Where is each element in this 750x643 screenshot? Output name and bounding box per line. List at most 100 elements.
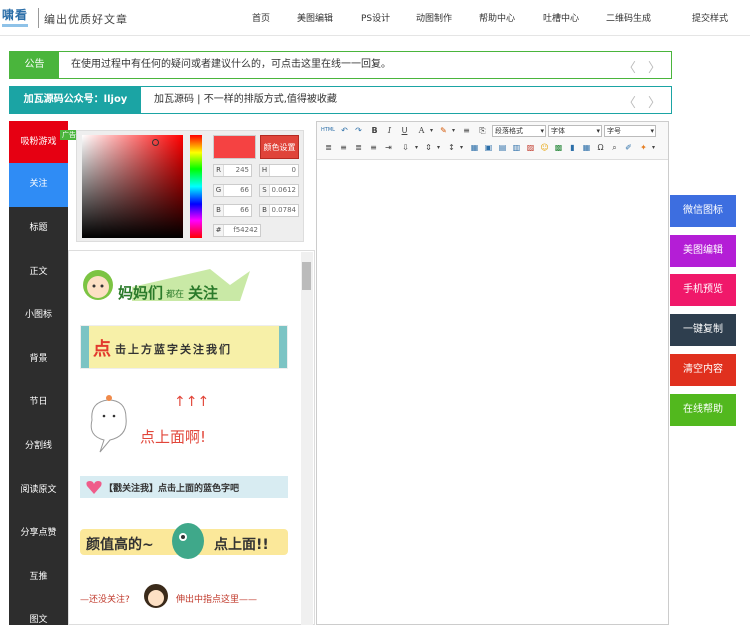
html-source-button[interactable]: HTML	[321, 125, 335, 136]
video-icon[interactable]: ▮	[567, 142, 578, 153]
attachment-icon[interactable]: ▥	[511, 142, 522, 153]
notice-bar[interactable]: 公告 在使用过程中有任何的疑问或者建议什么的，可点击这里在线一一回复。 〈 〉	[9, 51, 672, 79]
sidebar-item-festival[interactable]: 节日	[9, 381, 68, 425]
align-justify-icon[interactable]: ≡	[368, 142, 379, 153]
sidebar-item-share-like[interactable]: 分享点赞	[9, 512, 68, 556]
color-set-button[interactable]: 颜色设置	[260, 135, 299, 159]
one-click-copy-button[interactable]: 一键复制	[670, 314, 736, 346]
mobile-preview-button[interactable]: 手机预览	[670, 274, 736, 306]
account-arrows-icon[interactable]: 〈 〉	[623, 92, 665, 111]
sticker-scrollbar[interactable]	[301, 252, 313, 625]
picker-cursor[interactable]	[152, 139, 159, 146]
magic-wand-dropdown-icon[interactable]: ▾	[648, 142, 659, 153]
template-icon[interactable]: ▨	[525, 142, 536, 153]
notice-text[interactable]: 在使用过程中有任何的疑问或者建议什么的，可点击这里在线一一回复。	[71, 52, 391, 78]
clear-content-button[interactable]: 清空内容	[670, 354, 736, 386]
sidebar-item-read-more[interactable]: 阅读原文	[9, 469, 68, 513]
font-size-select[interactable]: 字号	[604, 125, 656, 137]
hue-slider[interactable]	[190, 135, 202, 238]
underline-icon[interactable]: U	[399, 125, 410, 136]
image-icon[interactable]: ▣	[483, 142, 494, 153]
wechat-icons-button[interactable]: 微信图标	[670, 195, 736, 227]
notice-arrows-icon[interactable]: 〈 〉	[623, 57, 665, 76]
hex-value: f54242	[233, 226, 258, 234]
text-direction-dropdown-icon[interactable]: ▾	[411, 142, 422, 153]
sticker-2-right-stripe	[279, 326, 287, 368]
sidebar-item-image-text[interactable]: 图文	[9, 599, 68, 643]
table-icon[interactable]: ▦	[469, 142, 480, 153]
nav-qrcode[interactable]: 二维码生成	[606, 11, 651, 24]
sticker-1-text3: 关注	[188, 284, 219, 302]
align-right-icon[interactable]: ≣	[353, 142, 364, 153]
sidebar-item-icons[interactable]: 小图标	[9, 294, 68, 338]
format-brush-icon[interactable]: ⎘	[477, 125, 488, 136]
eraser-icon[interactable]: ✐	[623, 142, 634, 153]
site-logo[interactable]: 啸看	[2, 6, 36, 30]
sticker-item-4[interactable]: 【戳关注我】点击上面的蓝色字吧	[80, 476, 288, 498]
bold-icon[interactable]: B	[369, 125, 380, 136]
italic-icon[interactable]: I	[384, 125, 395, 136]
sticker-item-1[interactable]: 妈妈们 都在 关注	[80, 265, 288, 305]
emotion-icon[interactable]: ☺	[539, 142, 550, 153]
sticker-item-5[interactable]: 颜值高的~ 点上面!!	[80, 517, 288, 563]
hex-field[interactable]: # f54242	[213, 224, 261, 237]
nav-help-center[interactable]: 帮助中心	[479, 11, 515, 24]
g-value: 66	[240, 186, 249, 194]
text-direction-icon[interactable]: ⇩	[400, 142, 411, 153]
bv-field[interactable]: B 0.0784	[259, 204, 299, 217]
sticker-item-3[interactable]: ↑↑↑ 点上面啊!	[80, 390, 288, 456]
h-field[interactable]: H0	[259, 164, 299, 177]
r-field[interactable]: R 245	[213, 164, 252, 177]
nav-submit-style[interactable]: 提交样式	[692, 11, 728, 24]
sticker-item-6[interactable]: —还没关注? 伸出中指点这里——	[80, 582, 288, 612]
paragraph-spacing-dropdown-icon[interactable]: ▾	[433, 142, 444, 153]
strikethrough-icon[interactable]: ≡	[461, 125, 472, 136]
nav-ps-design[interactable]: PS设计	[361, 11, 390, 24]
align-center-icon[interactable]: ≡	[338, 142, 349, 153]
g-field[interactable]: G 66	[213, 184, 252, 197]
image-edit-button[interactable]: 美图编辑	[670, 235, 736, 267]
undo-icon[interactable]: ↶	[339, 125, 350, 136]
top-bar: 啸看 编出优质好文章 首页 美图编辑 PS设计 动图制作 帮助中心 吐槽中心 二…	[0, 0, 750, 36]
print-icon[interactable]: ▦	[581, 142, 592, 153]
s-field[interactable]: S 0.0612	[259, 184, 299, 197]
editor-content-area[interactable]	[317, 161, 668, 624]
saturation-value-area[interactable]	[82, 135, 183, 238]
paragraph-format-select[interactable]: 段落格式	[492, 125, 546, 137]
map-icon[interactable]: ▩	[553, 142, 564, 153]
align-left-icon[interactable]: ≣	[323, 142, 334, 153]
nav-gif-make[interactable]: 动图制作	[416, 11, 452, 24]
sidebar-item-divider[interactable]: 分割线	[9, 425, 68, 469]
search-replace-icon[interactable]: ⌕	[609, 142, 620, 153]
multi-image-icon[interactable]: ▤	[497, 142, 508, 153]
redo-icon[interactable]: ↷	[353, 125, 364, 136]
sidebar-item-title[interactable]: 标题	[9, 207, 68, 251]
line-height-dropdown-icon[interactable]: ▾	[456, 142, 467, 153]
online-help-button[interactable]: 在线帮助	[670, 394, 736, 426]
nav-home[interactable]: 首页	[252, 11, 270, 24]
sticker-3-arrows: ↑↑↑	[174, 394, 210, 410]
nav-image-edit[interactable]: 美图编辑	[297, 11, 333, 24]
font-color-dropdown-icon[interactable]: ▾	[426, 125, 437, 136]
b-field[interactable]: B 66	[213, 204, 252, 217]
rich-text-editor[interactable]: HTML ↶ ↷ B I U A ▾ ✎ ▾ ≡ ⎘ 段落格式 字体 字号 ≣ …	[316, 121, 669, 625]
sticker-item-2[interactable]: 点 击上方蓝字关注我们	[80, 325, 288, 369]
sidebar-item-promote[interactable]: 互推	[9, 556, 68, 600]
sticker-2-text2: 击上方蓝字关注我们	[115, 343, 232, 356]
sticker-4-heart-icon	[86, 481, 102, 494]
sticker-1-text1: 妈妈们	[118, 284, 164, 302]
sidebar-item-games[interactable]: 吸粉游戏	[9, 121, 68, 163]
indent-icon[interactable]: ⇥	[383, 142, 394, 153]
special-char-icon[interactable]: Ω	[595, 142, 606, 153]
sticker-6-text1: —还没关注?	[80, 595, 130, 605]
sticker-2-left-stripe	[81, 326, 89, 368]
highlight-dropdown-icon[interactable]: ▾	[448, 125, 459, 136]
sticker-5-dino-art	[172, 523, 204, 559]
sidebar-item-follow[interactable]: 关注	[9, 163, 68, 207]
sticker-scroll-thumb[interactable]	[302, 262, 311, 290]
sidebar-item-body[interactable]: 正文	[9, 251, 68, 295]
sidebar-item-background[interactable]: 背景	[9, 338, 68, 382]
nav-feedback[interactable]: 吐槽中心	[543, 11, 579, 24]
logo-text: 啸看	[2, 8, 29, 22]
font-family-select[interactable]: 字体	[548, 125, 602, 137]
